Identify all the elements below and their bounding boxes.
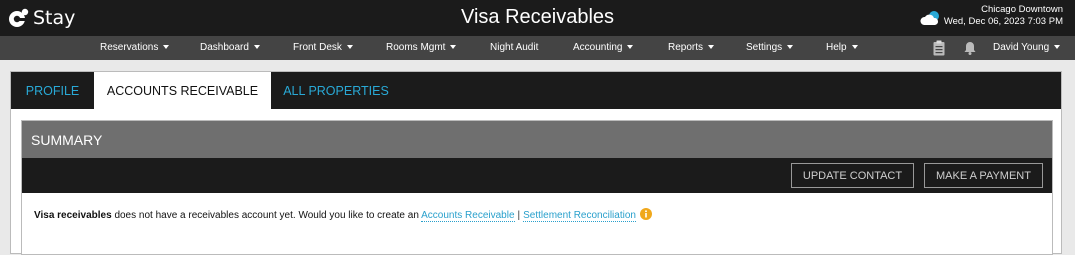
nav-night-audit[interactable]: Night Audit xyxy=(490,36,538,60)
nav-settings[interactable]: Settings xyxy=(746,36,794,60)
accounts-receivable-link[interactable]: Accounts Receivable xyxy=(421,210,515,222)
message-text: does not have a receivables account yet.… xyxy=(114,210,419,221)
nav-label: Night Audit xyxy=(490,42,539,53)
caret-down-icon xyxy=(450,45,457,50)
nav-reports[interactable]: Reports xyxy=(668,36,715,60)
tab-all-properties[interactable]: ALL PROPERTIES xyxy=(271,72,401,109)
link-separator: | xyxy=(517,210,521,221)
nav-front-desk[interactable]: Front Desk xyxy=(293,36,353,60)
caret-down-icon xyxy=(708,45,715,50)
main-nav: Reservations Dashboard Front Desk Rooms … xyxy=(0,36,1075,60)
tab-accounts-receivable[interactable]: ACCOUNTS RECEIVABLE xyxy=(94,72,271,109)
caret-down-icon xyxy=(346,45,353,50)
summary-panel: SUMMARY UPDATE CONTACT MAKE A PAYMENT Vi… xyxy=(21,120,1053,255)
summary-title: SUMMARY xyxy=(22,121,1052,158)
info-icon[interactable] xyxy=(639,208,652,220)
tab-bar: PROFILE ACCOUNTS RECEIVABLE ALL PROPERTI… xyxy=(11,72,1061,109)
nav-label: Accounting xyxy=(573,42,623,53)
nav-dashboard[interactable]: Dashboard xyxy=(200,36,260,60)
top-bar: Stay Visa Receivables Chicago Downtown W… xyxy=(0,0,1075,36)
logo-text: Stay xyxy=(33,7,76,29)
nav-label: Dashboard xyxy=(200,42,249,53)
make-payment-button[interactable]: MAKE A PAYMENT xyxy=(924,163,1043,188)
no-account-message: Visa receivables does not have a receiva… xyxy=(34,208,652,222)
caret-down-icon xyxy=(163,45,170,50)
content-card: PROFILE ACCOUNTS RECEIVABLE ALL PROPERTI… xyxy=(10,71,1062,255)
nav-label: Settings xyxy=(746,42,783,53)
nav-label: Reports xyxy=(668,42,704,53)
user-menu[interactable]: David Young xyxy=(993,36,1061,60)
update-contact-button[interactable]: UPDATE CONTACT xyxy=(791,163,914,188)
entity-name: Visa receivables xyxy=(34,210,112,221)
nav-label: Front Desk xyxy=(293,42,342,53)
page-title: Visa Receivables xyxy=(460,6,615,28)
tab-profile[interactable]: PROFILE xyxy=(11,72,94,109)
caret-down-icon xyxy=(627,45,634,50)
nav-label: Reservations xyxy=(100,42,159,53)
location-name: Chicago Downtown xyxy=(981,4,1063,15)
logo-icon xyxy=(9,8,29,27)
nav-rooms-mgmt[interactable]: Rooms Mgmt xyxy=(386,36,457,60)
caret-down-icon xyxy=(851,45,858,50)
caret-down-icon xyxy=(253,45,260,50)
nav-help[interactable]: Help xyxy=(826,36,858,60)
caret-down-icon xyxy=(787,45,794,50)
nav-reservations[interactable]: Reservations xyxy=(100,36,170,60)
summary-actions: UPDATE CONTACT MAKE A PAYMENT xyxy=(22,158,1052,193)
user-name: David Young xyxy=(993,42,1050,53)
settlement-reconciliation-link[interactable]: Settlement Reconciliation xyxy=(523,210,636,222)
current-datetime: Wed, Dec 06, 2023 7:03 PM xyxy=(943,16,1063,27)
nav-label: Help xyxy=(826,42,847,53)
cloud-icon xyxy=(920,11,939,25)
app-logo[interactable]: Stay xyxy=(8,6,75,30)
nav-accounting[interactable]: Accounting xyxy=(573,36,634,60)
nav-label: Rooms Mgmt xyxy=(386,42,446,53)
location-datetime: Chicago Downtown Wed, Dec 06, 2023 7:03 … xyxy=(944,4,1063,28)
bell-icon[interactable] xyxy=(964,41,976,55)
clipboard-icon[interactable] xyxy=(933,40,945,56)
caret-down-icon xyxy=(1054,45,1061,50)
